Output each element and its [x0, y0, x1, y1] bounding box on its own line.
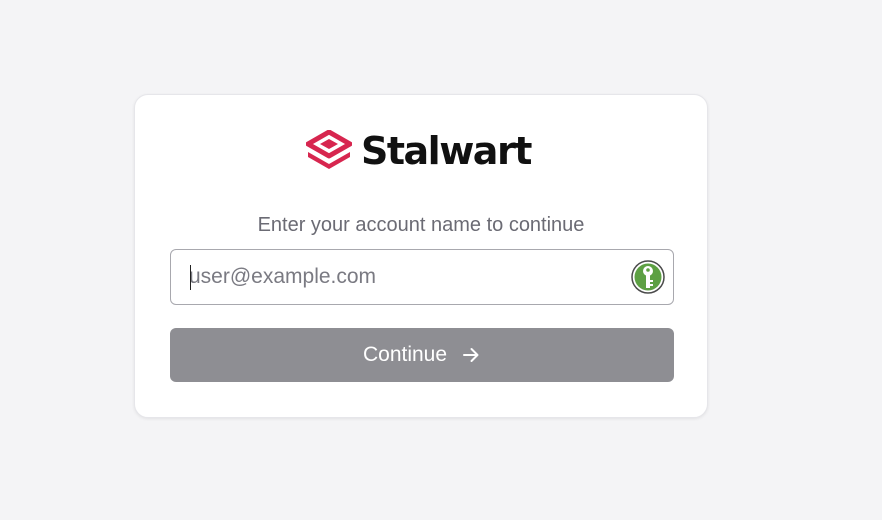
account-name-input[interactable]	[189, 250, 609, 304]
arrow-right-icon	[463, 348, 479, 362]
continue-button[interactable]: Continue	[170, 328, 674, 382]
account-name-field[interactable]	[170, 249, 674, 305]
login-prompt: Enter your account name to continue	[257, 214, 585, 236]
text-caret	[190, 265, 191, 290]
brand-logo: Stalwart	[306, 129, 532, 173]
brand-name: Stalwart	[361, 129, 532, 173]
login-card: Stalwart Enter your account name to cont…	[134, 94, 708, 418]
stalwart-logo-icon	[306, 130, 352, 169]
continue-button-label: Continue	[362, 343, 448, 366]
keepassxc-icon[interactable]	[631, 260, 665, 294]
